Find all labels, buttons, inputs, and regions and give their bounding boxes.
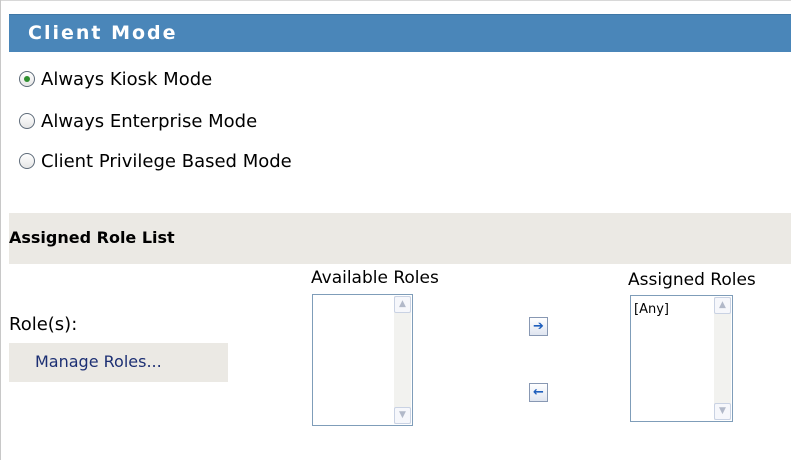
assigned-roles-caption: Assigned Roles xyxy=(628,270,756,290)
scroll-up-icon[interactable]: ▲ xyxy=(714,297,731,314)
roles-label: Role(s): xyxy=(9,314,78,335)
available-roles-scrollbar[interactable]: ▲ ▼ xyxy=(394,296,411,424)
top-border xyxy=(0,0,791,1)
client-mode-title: Client Mode xyxy=(28,22,178,44)
assigned-roles-scrollbar[interactable]: ▲ ▼ xyxy=(714,297,731,420)
radio-label-privilege[interactable]: Client Privilege Based Mode xyxy=(41,151,292,172)
radio-button-kiosk[interactable] xyxy=(19,71,35,87)
arrow-left-icon[interactable]: ← xyxy=(529,383,548,402)
scroll-up-icon[interactable]: ▲ xyxy=(394,296,411,313)
radio-button-enterprise[interactable] xyxy=(19,113,35,129)
client-mode-header: Client Mode xyxy=(9,14,791,52)
left-border xyxy=(0,0,1,460)
arrow-right-icon[interactable]: ➔ xyxy=(529,317,548,336)
scroll-down-icon[interactable]: ▼ xyxy=(714,403,731,420)
assigned-role-list-header: Assigned Role List xyxy=(9,213,791,264)
radio-button-privilege[interactable] xyxy=(19,153,35,169)
assigned-role-list-title: Assigned Role List xyxy=(9,228,175,247)
manage-roles-button[interactable]: Manage Roles... xyxy=(9,343,228,382)
available-roles-listbox[interactable]: ▲ ▼ xyxy=(312,294,413,426)
available-roles-caption: Available Roles xyxy=(311,268,439,288)
assigned-roles-listbox[interactable]: [Any] ▲ ▼ xyxy=(630,295,733,422)
radio-option-kiosk[interactable]: Always Kiosk Mode xyxy=(19,66,212,92)
scroll-down-icon[interactable]: ▼ xyxy=(394,407,411,424)
list-item[interactable]: [Any] xyxy=(634,302,669,317)
radio-option-enterprise[interactable]: Always Enterprise Mode xyxy=(19,108,257,134)
radio-label-kiosk[interactable]: Always Kiosk Mode xyxy=(41,69,212,90)
manage-roles-link[interactable]: Manage Roles... xyxy=(35,352,162,371)
radio-option-privilege[interactable]: Client Privilege Based Mode xyxy=(19,148,292,174)
radio-label-enterprise[interactable]: Always Enterprise Mode xyxy=(41,111,257,132)
